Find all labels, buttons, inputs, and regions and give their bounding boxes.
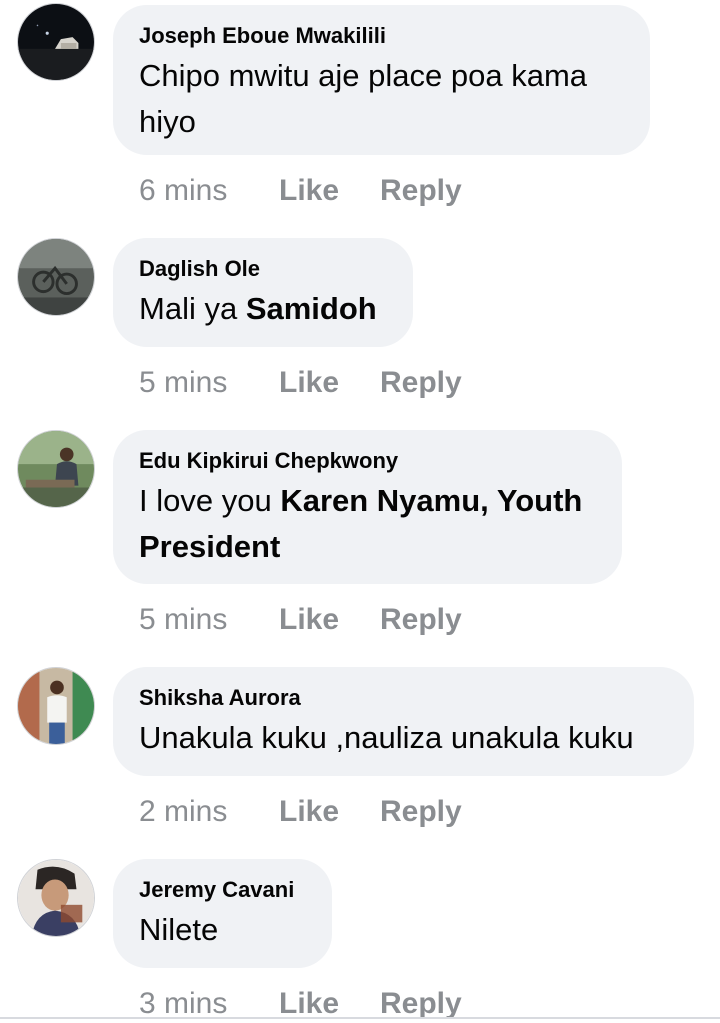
comment-text-part: Unakula kuku ,nauliza unakula kuku (139, 720, 634, 755)
comment-timestamp[interactable]: 3 mins (139, 987, 279, 1021)
comment-author[interactable]: Shiksha Aurora (139, 685, 668, 711)
portrait-avatar-icon (18, 860, 94, 936)
like-button[interactable]: Like (279, 987, 380, 1021)
standing-person-avatar-icon (18, 668, 94, 744)
comment-bubble: Jeremy Cavani Nilete (113, 859, 332, 968)
comment-actions: 2 mins Like Reply (139, 792, 462, 832)
avatar[interactable] (17, 667, 95, 745)
avatar[interactable] (17, 430, 95, 508)
bicycles-photo-avatar-icon (18, 239, 94, 315)
mentioned-name[interactable]: Samidoh (246, 291, 377, 326)
comment-bubble: Joseph Eboue Mwakilili Chipo mwitu aje p… (113, 5, 650, 155)
comment-actions: 5 mins Like Reply (139, 600, 462, 640)
comment-text: Nilete (139, 907, 306, 953)
comment-actions: 6 mins Like Reply (139, 171, 462, 211)
comment-text: Mali ya Samidoh (139, 286, 387, 332)
comments-feed: Joseph Eboue Mwakilili Chipo mwitu aje p… (0, 0, 720, 1023)
comment-author[interactable]: Edu Kipkirui Chepkwony (139, 448, 596, 474)
night-sky-avatar-icon (18, 4, 94, 80)
reply-button[interactable]: Reply (380, 366, 462, 400)
like-button[interactable]: Like (279, 366, 380, 400)
outdoor-person-avatar-icon (18, 431, 94, 507)
reply-button[interactable]: Reply (380, 987, 462, 1021)
comment-text: Chipo mwitu aje place poa kama hiyo (139, 53, 624, 145)
reply-button[interactable]: Reply (380, 795, 462, 829)
comment-author[interactable]: Joseph Eboue Mwakilili (139, 23, 624, 49)
avatar[interactable] (17, 238, 95, 316)
reply-button[interactable]: Reply (380, 174, 462, 208)
comment-timestamp[interactable]: 5 mins (139, 366, 279, 400)
reply-button[interactable]: Reply (380, 603, 462, 637)
comment-author[interactable]: Daglish Ole (139, 256, 387, 282)
comment-timestamp[interactable]: 2 mins (139, 795, 279, 829)
like-button[interactable]: Like (279, 603, 380, 637)
comment-text: Unakula kuku ,nauliza unakula kuku (139, 715, 668, 761)
comment-author[interactable]: Jeremy Cavani (139, 877, 306, 903)
like-button[interactable]: Like (279, 795, 380, 829)
comment-bubble: Edu Kipkirui Chepkwony I love you Karen … (113, 430, 622, 584)
comment-text-part: Mali ya (139, 291, 246, 326)
comment-bubble: Daglish Ole Mali ya Samidoh (113, 238, 413, 347)
comment-timestamp[interactable]: 6 mins (139, 174, 279, 208)
avatar[interactable] (17, 859, 95, 937)
avatar[interactable] (17, 3, 95, 81)
comment-text: I love you Karen Nyamu, Youth President (139, 478, 596, 570)
comment-timestamp[interactable]: 5 mins (139, 603, 279, 637)
comment-text-part: Chipo mwitu aje place poa kama hiyo (139, 58, 588, 139)
comment-text-part: Nilete (139, 912, 219, 947)
divider (0, 1017, 720, 1019)
comment-actions: 5 mins Like Reply (139, 363, 462, 403)
comment-bubble: Shiksha Aurora Unakula kuku ,nauliza una… (113, 667, 694, 776)
comment-text-part: I love you (139, 483, 281, 518)
like-button[interactable]: Like (279, 174, 380, 208)
